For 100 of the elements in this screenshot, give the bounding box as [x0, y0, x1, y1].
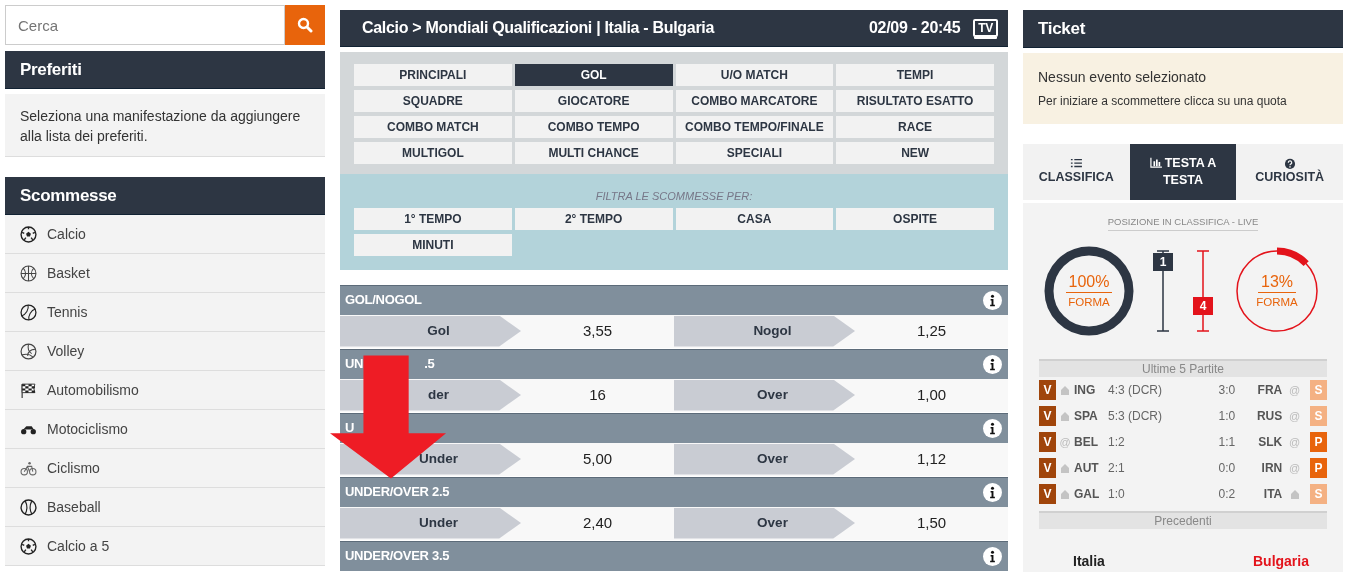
category-tab[interactable]: MULTI CHANCE	[514, 142, 673, 164]
search-button[interactable]	[285, 5, 325, 45]
basketball-icon	[20, 264, 37, 282]
category-tab[interactable]: GOL	[514, 64, 673, 86]
team-code: RUS	[1255, 408, 1283, 426]
search-field[interactable]: Cerca	[5, 5, 285, 45]
sport-item[interactable]: Motociclismo	[5, 410, 325, 449]
checkered-flag-icon	[20, 381, 37, 399]
team-code: BEL	[1074, 434, 1099, 452]
sport-label: Tennis	[47, 302, 88, 322]
sport-item[interactable]: Basket	[5, 254, 325, 293]
result-badge: V	[1039, 406, 1056, 427]
stats-tab[interactable]: CLASSIFICA	[1023, 144, 1130, 200]
sport-item[interactable]: Calcio a 5	[5, 527, 325, 566]
sport-item[interactable]: Automobilismo	[5, 371, 325, 410]
match-score: 4:3 (DCR)	[1108, 382, 1163, 400]
category-tab[interactable]: RISULTATO ESATTO	[836, 90, 994, 112]
event-title: Calcio > Mondiali Qualificazioni | Italia - Bulgaria	[362, 18, 715, 38]
outcome-label[interactable]: Nogol	[674, 315, 855, 347]
sport-label: Calcio a 5	[47, 536, 110, 556]
category-tab[interactable]: MULTIGOL	[354, 142, 512, 164]
info-icon	[983, 482, 1002, 502]
away-marker: @	[1288, 435, 1301, 450]
sport-item[interactable]: Ciclismo	[5, 449, 325, 488]
sport-item[interactable]: Calcio	[5, 215, 325, 254]
match-score: 2:1	[1108, 460, 1126, 478]
form-label: FORMA	[1256, 295, 1298, 311]
team-code: SLK	[1257, 434, 1283, 452]
category-tab[interactable]: COMBO MARCATORE	[675, 90, 834, 112]
market-title: UN	[345, 355, 364, 374]
team-code: ITA	[1262, 486, 1283, 504]
stats-tab[interactable]: CURIOSITÀ	[1236, 144, 1343, 200]
team-code: GAL	[1074, 486, 1101, 504]
result-badge: V	[1039, 484, 1056, 505]
market-title: UNDER/OVER 3.5	[345, 547, 450, 566]
result-badge: V	[1039, 380, 1056, 401]
filter-button[interactable]: CASA	[675, 207, 834, 230]
ticket-message: Nessun evento selezionato	[1038, 68, 1208, 87]
filter-button[interactable]: 2° TEMPO	[514, 207, 673, 230]
result-badge: P	[1310, 432, 1327, 453]
panel-title: Preferiti	[5, 51, 325, 89]
help-icon	[1283, 158, 1296, 169]
category-tab[interactable]: COMBO MATCH	[354, 116, 512, 138]
category-tab[interactable]: COMBO TEMPO	[514, 116, 673, 138]
result-badge: V	[1039, 458, 1056, 479]
match-score: 1:0	[1108, 486, 1126, 504]
odds-value[interactable]: 2,40	[521, 511, 674, 535]
category-tab[interactable]: PRINCIPALI	[354, 64, 512, 86]
odds-value[interactable]: 1,25	[855, 319, 1008, 343]
category-tab[interactable]: TEMPI	[836, 64, 994, 86]
market-title: U	[345, 419, 355, 438]
soccer-ball-icon	[20, 225, 37, 243]
filter-button[interactable]: MINUTI	[354, 233, 512, 256]
event-datetime: 02/09 - 20:45	[869, 18, 961, 38]
panel-title: Ticket	[1023, 10, 1343, 48]
category-tab[interactable]: GIOCATORE	[514, 90, 673, 112]
odds-value[interactable]: 3,55	[521, 319, 674, 343]
sport-item[interactable]: Tennis	[5, 293, 325, 332]
position-marker: 4	[1193, 297, 1213, 315]
odds-value[interactable]: 5,00	[521, 447, 674, 471]
stats-tab[interactable]: TESTA A TESTA	[1129, 144, 1237, 200]
result-badge: P	[1310, 458, 1327, 479]
outcome-label[interactable]: Over	[674, 507, 855, 539]
tv-badge: TV	[973, 19, 998, 37]
team-code: IRN	[1260, 460, 1283, 478]
market-title: GOL/NOGOL	[345, 291, 422, 310]
info-icon	[983, 354, 1002, 374]
soccer-ball-icon	[20, 537, 37, 555]
category-tab[interactable]: NEW	[836, 142, 994, 164]
outcome-label[interactable]: Under	[340, 507, 521, 539]
match-score: 0:2	[1218, 486, 1236, 504]
odds-value[interactable]: 1,00	[855, 383, 1008, 407]
away-marker: @	[1059, 435, 1071, 450]
category-tab[interactable]: COMBO TEMPO/FINALE	[675, 116, 834, 138]
category-tab[interactable]: U/O MATCH	[675, 64, 834, 86]
outcome-label[interactable]: Gol	[340, 315, 521, 347]
sport-label: Baseball	[47, 497, 101, 517]
sport-label: Volley	[47, 341, 85, 361]
category-tab[interactable]: SQUADRE	[354, 90, 512, 112]
odds-value[interactable]: 1,50	[855, 511, 1008, 535]
sport-item[interactable]: Volley	[5, 332, 325, 371]
outcome-label[interactable]: Over	[674, 443, 855, 475]
filter-button[interactable]: 1° TEMPO	[354, 207, 512, 230]
away-marker: @	[1288, 383, 1301, 398]
odds-value[interactable]: 1,12	[855, 447, 1008, 471]
section-title: Ultime 5 Partite	[1039, 359, 1327, 378]
position-marker: 1	[1153, 252, 1173, 271]
tennis-ball-icon	[20, 303, 37, 321]
away-marker: @	[1288, 409, 1301, 424]
info-icon	[983, 418, 1002, 438]
odds-value[interactable]: 16	[521, 383, 674, 407]
match-score: 3:0	[1218, 382, 1236, 400]
baseball-icon	[20, 498, 37, 516]
category-tab[interactable]: RACE	[836, 116, 994, 138]
outcome-label[interactable]: Over	[674, 379, 855, 411]
result-badge: V	[1039, 432, 1056, 453]
sport-item[interactable]: Baseball	[5, 488, 325, 527]
category-tab[interactable]: SPECIALI	[675, 142, 834, 164]
filter-button[interactable]: OSPITE	[836, 207, 994, 230]
ticket-hint: Per iniziare a scommettere clicca su una quota	[1038, 93, 1288, 110]
